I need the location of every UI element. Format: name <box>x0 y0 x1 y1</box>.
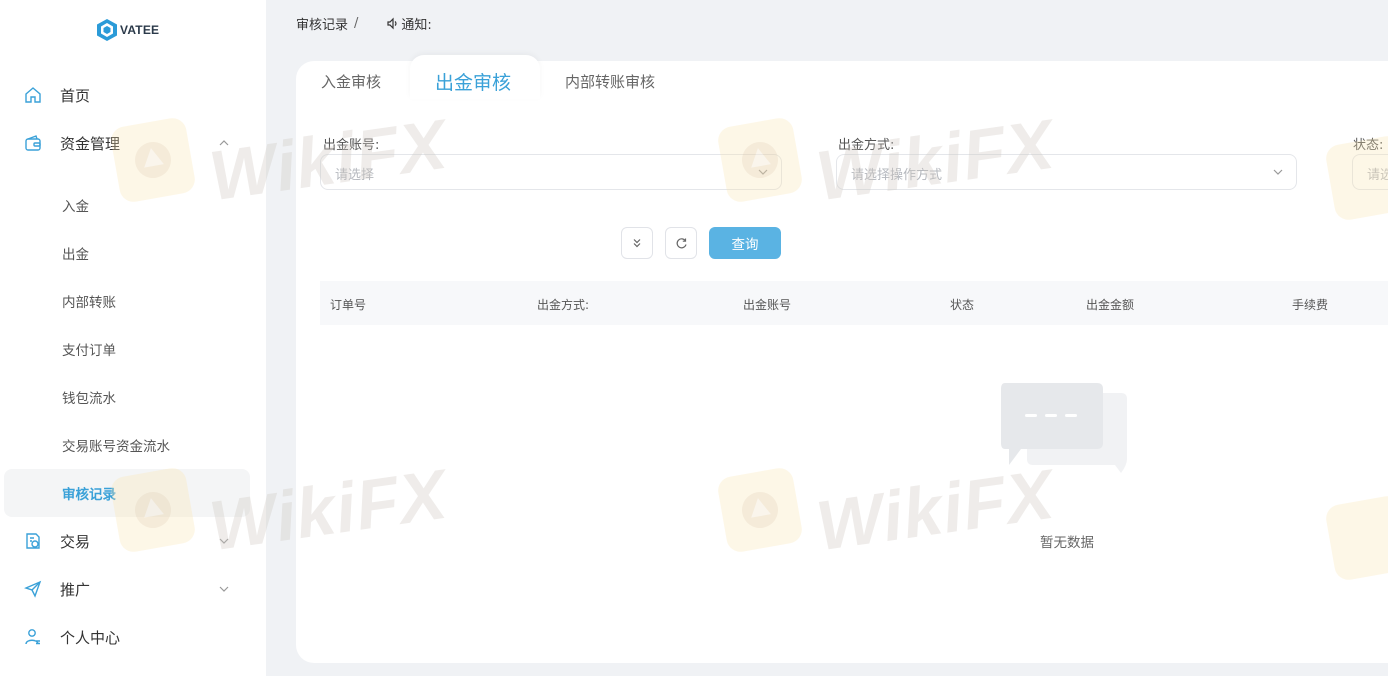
double-chevron-down-icon <box>633 239 641 248</box>
refresh-icon <box>676 237 687 248</box>
table-header: 订单号 出金方式: 出金账号 状态 出金金额 手续费 <box>320 281 1388 325</box>
sidebar-subitem-label: 支付订单 <box>62 343 116 359</box>
chevron-down-icon <box>758 169 768 175</box>
breadcrumb-separator: / <box>354 15 359 31</box>
breadcrumb-current[interactable]: 审核记录 <box>296 14 348 33</box>
status-select-placeholder: 请选 <box>1367 168 1388 183</box>
brand-logo[interactable]: VATEE <box>96 18 159 42</box>
query-button[interactable]: 查询 <box>709 227 781 259</box>
sidebar-item-funds[interactable]: 资金管理 <box>0 119 266 167</box>
sidebar-item-trade[interactable]: 交易 <box>0 517 266 565</box>
sidebar-subitem-label: 审核记录 <box>62 487 116 503</box>
sidebar-item-promotion[interactable]: 推广 <box>0 565 266 613</box>
sidebar-subitem-label: 出金 <box>62 247 89 263</box>
sidebar-subitem-label: 钱包流水 <box>62 391 116 407</box>
column-header-order-no[interactable]: 订单号 <box>330 296 366 313</box>
empty-state-text: 暂无数据 <box>1040 535 1094 551</box>
notice-label: 通知: <box>401 17 432 33</box>
paper-plane-icon <box>24 580 42 598</box>
chevron-down-icon <box>219 538 229 544</box>
speaker-icon <box>387 17 397 29</box>
expand-filters-button[interactable] <box>621 227 653 259</box>
status-filter-label: 状态: <box>1353 138 1384 153</box>
sidebar-subitem-withdraw[interactable]: 出金 <box>0 229 266 277</box>
column-header-amount[interactable]: 出金金额 <box>1086 296 1134 313</box>
sidebar-item-profile[interactable]: 个人中心 <box>0 613 266 661</box>
sidebar-subitem-label: 入金 <box>62 199 89 215</box>
tab-deposit-audit[interactable]: 入金审核 <box>321 71 381 92</box>
trade-doc-icon <box>26 533 40 549</box>
sidebar-item-home[interactable]: 首页 <box>0 71 266 119</box>
account-select-placeholder: 请选择 <box>335 168 375 183</box>
method-filter-label: 出金方式: <box>838 138 895 153</box>
breadcrumb: 审核记录 / 通知: <box>296 14 432 33</box>
sidebar-item-label: 首页 <box>60 86 91 105</box>
sidebar-item-label: 推广 <box>60 580 91 599</box>
account-select[interactable]: 请选择 <box>320 154 782 190</box>
refresh-button[interactable] <box>665 227 697 259</box>
tab-withdraw-audit[interactable]: 出金审核 <box>435 68 511 95</box>
sidebar-item-label: 资金管理 <box>60 134 121 153</box>
tab-transfer-audit[interactable]: 内部转账审核 <box>565 71 655 92</box>
sidebar-subitem-label: 交易账号资金流水 <box>62 439 170 455</box>
logo-text: VATEE <box>120 23 160 37</box>
vatee-logo-icon <box>97 19 117 41</box>
sidebar-subitem-account-flow[interactable]: 交易账号资金流水 <box>0 421 266 469</box>
sidebar-subitem-deposit[interactable]: 入金 <box>0 181 266 229</box>
method-select[interactable]: 请选择操作方式 <box>836 154 1297 190</box>
status-select[interactable]: 请选 <box>1352 154 1388 190</box>
chevron-down-icon <box>1273 169 1283 175</box>
column-header-fee[interactable]: 手续费 <box>1292 296 1328 313</box>
column-header-status[interactable]: 状态 <box>950 296 974 313</box>
tab-bar: 入金审核 出金审核 内部转账审核 <box>296 55 1388 103</box>
column-header-method[interactable]: 出金方式: <box>537 296 589 313</box>
main-card: 入金审核 出金审核 内部转账审核 出金账号: 请选择 出金方式: 请选择操作方式… <box>296 55 1388 663</box>
empty-chat-icon <box>1001 383 1127 473</box>
notice[interactable]: 通知: <box>386 14 432 33</box>
sidebar-item-label: 交易 <box>60 532 91 551</box>
chevron-down-icon <box>219 586 229 592</box>
chevron-up-icon <box>219 140 229 146</box>
account-filter-label: 出金账号: <box>323 138 380 153</box>
sidebar-subitem-audit-records[interactable]: 审核记录 <box>4 469 250 517</box>
column-header-account[interactable]: 出金账号 <box>743 296 791 313</box>
sidebar-subitem-transfer[interactable]: 内部转账 <box>0 277 266 325</box>
user-icon <box>25 629 40 645</box>
method-select-placeholder: 请选择操作方式 <box>851 168 943 183</box>
sidebar-item-label: 个人中心 <box>60 628 121 647</box>
sidebar-subitem-wallet-flow[interactable]: 钱包流水 <box>0 373 266 421</box>
sidebar-subitem-payment-orders[interactable]: 支付订单 <box>0 325 266 373</box>
sidebar-subitem-label: 内部转账 <box>62 295 116 311</box>
wallet-icon <box>25 135 41 151</box>
sidebar: VATEE 首页 资金管理 入金 出金 内部转账 支付订单 钱包流水 交易账号资… <box>0 0 266 676</box>
home-icon <box>25 87 41 103</box>
